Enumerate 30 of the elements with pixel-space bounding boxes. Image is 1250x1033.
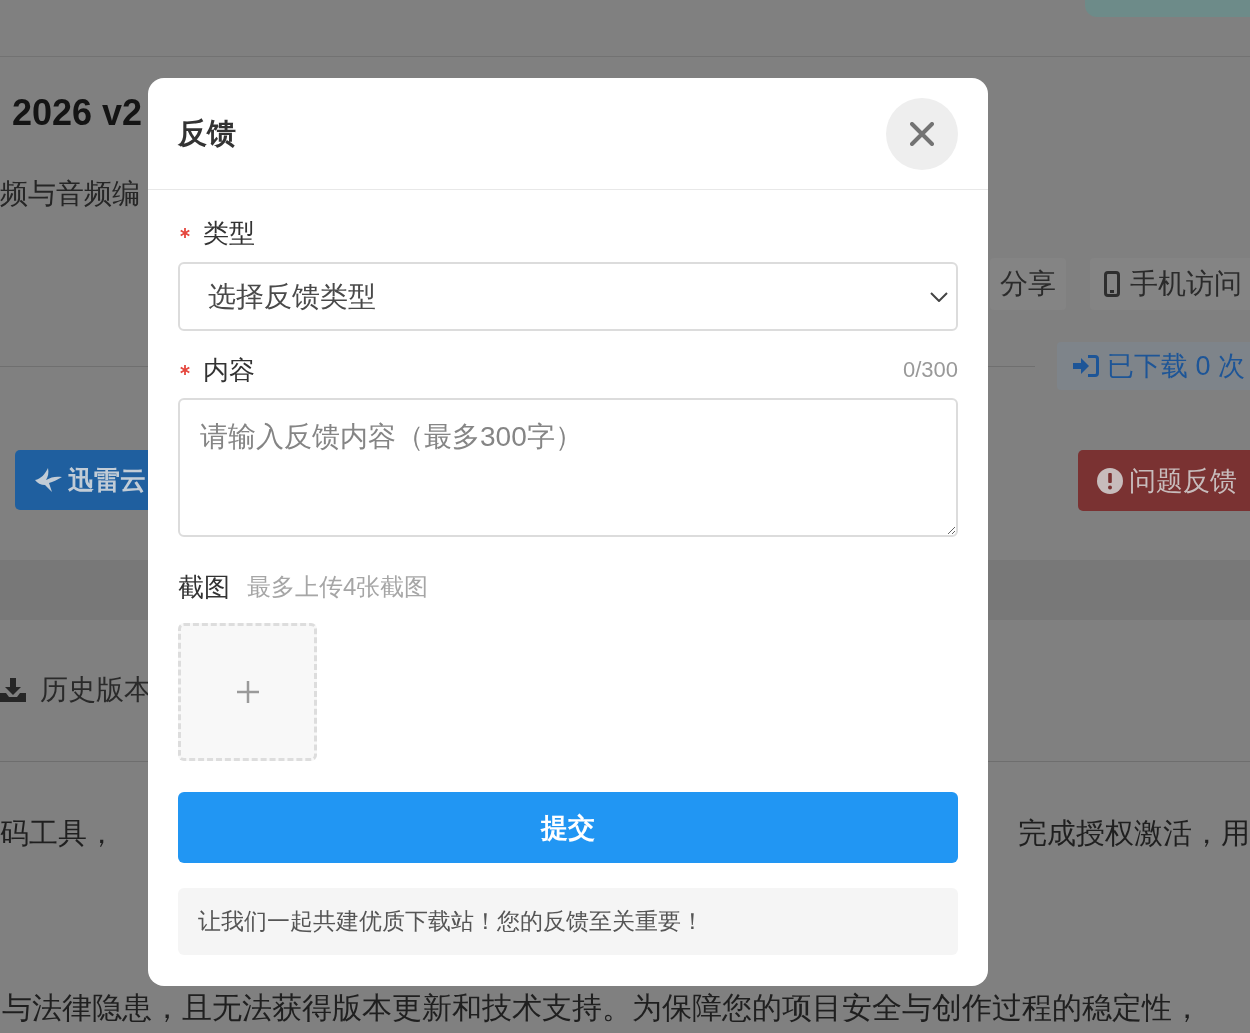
- feedback-textarea[interactable]: 请输入反馈内容（最多300字）: [178, 398, 958, 537]
- mobile-access-button[interactable]: 手机访问: [1090, 258, 1250, 310]
- sign-in-icon: [1073, 355, 1099, 377]
- download-icon: [0, 678, 26, 702]
- page-title: 2026 v2: [12, 93, 143, 133]
- share-button[interactable]: 分享: [990, 258, 1066, 310]
- description-text: 码工具，: [0, 817, 116, 849]
- screenshot-label: 截图: [178, 570, 230, 604]
- description-text: 与法律隐患，且无法获得版本更新和技术支持。为保障您的项目安全与创作过程的稳定性，: [2, 991, 1202, 1024]
- description-text: 完成授权激活，用: [1018, 816, 1250, 851]
- download-count-text: 已下载 0 次: [1107, 350, 1246, 383]
- field-label: 类型: [203, 216, 255, 250]
- character-counter: 0/300: [902, 357, 958, 383]
- close-icon: [910, 121, 934, 146]
- plus-icon: [236, 681, 259, 703]
- bird-icon: [34, 468, 62, 492]
- page-subtitle: 频与音频编: [0, 177, 140, 211]
- chevron-down-icon: [930, 291, 948, 302]
- screenshot-hint: 最多上传4张截图: [247, 572, 429, 602]
- cloud-button[interactable]: 迅雷云: [15, 450, 148, 510]
- upload-tile[interactable]: [178, 623, 317, 761]
- history-versions-link[interactable]: 历史版本: [0, 672, 148, 708]
- phone-icon: [1104, 271, 1120, 297]
- field-label: 内容: [203, 353, 255, 387]
- type-select[interactable]: 选择反馈类型: [178, 262, 958, 331]
- notice-message: 让我们一起共建优质下载站！您的反馈至关重要！: [178, 888, 958, 955]
- report-issue-button[interactable]: 问题反馈: [1078, 450, 1250, 511]
- exclamation-circle-icon: [1097, 467, 1123, 494]
- submit-button[interactable]: 提交: [178, 792, 958, 863]
- dialog-title: 反馈: [178, 115, 236, 151]
